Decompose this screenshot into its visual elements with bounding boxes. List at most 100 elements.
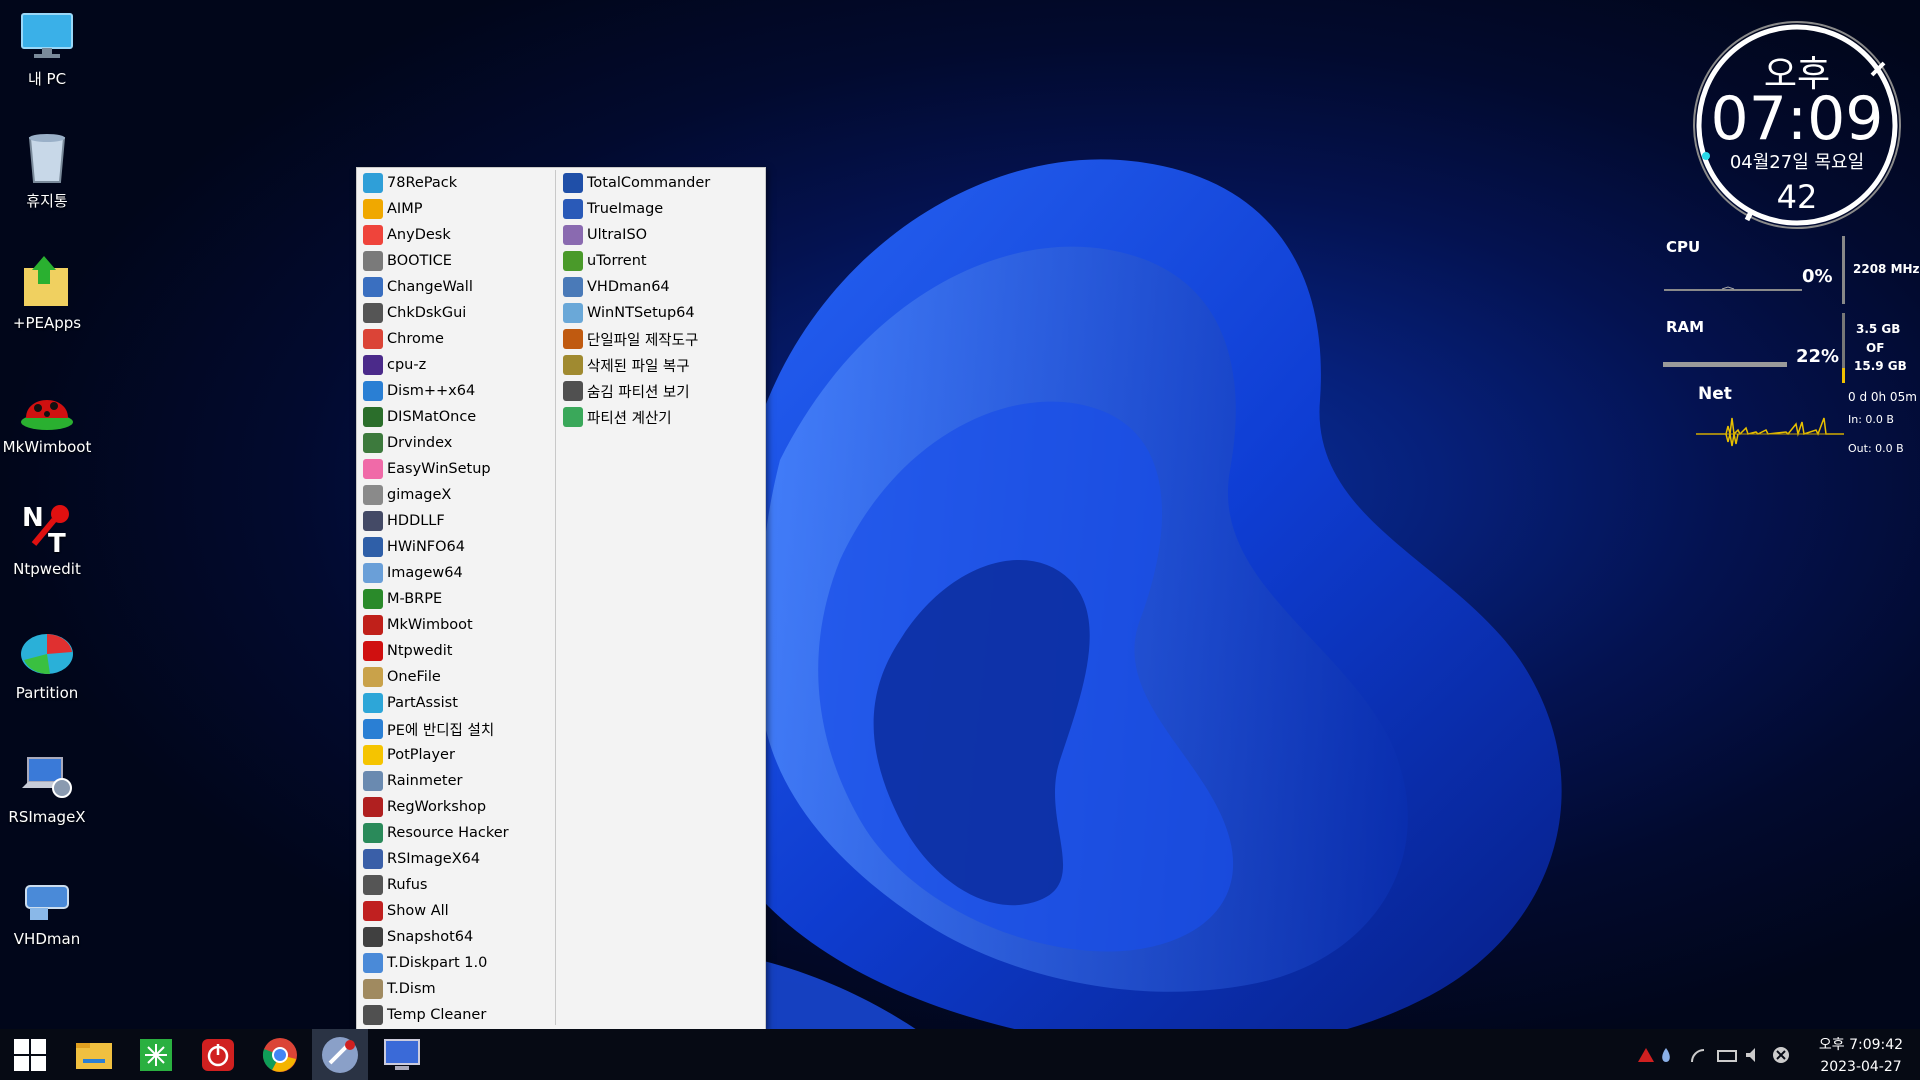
launcher-button[interactable] xyxy=(312,1029,368,1080)
menu-item[interactable]: Dism++x64 xyxy=(359,378,553,404)
menu-item-label: EasyWinSetup xyxy=(387,461,491,477)
menu-item[interactable]: PotPlayer xyxy=(359,742,553,768)
desktop-icon-vhdman[interactable]: VHDman xyxy=(0,870,94,948)
menu-item-label: DISMatOnce xyxy=(387,409,477,425)
green-app-button[interactable] xyxy=(128,1029,184,1080)
app-icon xyxy=(363,901,383,921)
menu-item[interactable]: TrueImage xyxy=(559,196,761,222)
menu-item-label: TrueImage xyxy=(587,201,664,217)
menu-item-label: BOOTICE xyxy=(387,253,452,269)
menu-item[interactable]: Rufus xyxy=(359,872,553,898)
power-button[interactable] xyxy=(190,1029,246,1080)
menu-item[interactable]: AIMP xyxy=(359,196,553,222)
menu-item[interactable]: WinNTSetup64 xyxy=(559,300,761,326)
menu-item[interactable]: PE에 반디집 설치 xyxy=(359,716,553,742)
menu-item[interactable]: Drvindex xyxy=(359,430,553,456)
menu-item[interactable]: OneFile xyxy=(359,664,553,690)
menu-item[interactable]: Show All xyxy=(359,898,553,924)
start-button[interactable] xyxy=(2,1029,58,1080)
menu-item-label: RSImageX64 xyxy=(387,851,481,867)
menu-item[interactable]: 78RePack xyxy=(359,170,553,196)
svg-text:N: N xyxy=(22,503,44,533)
menu-item[interactable]: VHDman64 xyxy=(559,274,761,300)
menu-item[interactable]: DISMatOnce xyxy=(359,404,553,430)
tray-red-icon[interactable] xyxy=(1638,1048,1654,1062)
desktop-icon-label: VHDman xyxy=(13,930,81,948)
menu-item-label: HWiNFO64 xyxy=(387,539,466,555)
menu-item[interactable]: T.Diskpart 1.0 xyxy=(359,950,553,976)
file-explorer-icon xyxy=(76,1042,112,1069)
desktop-icon-ntpwedit[interactable]: NT Ntpwedit xyxy=(0,500,94,578)
uptime: 0 d 0h 05m xyxy=(1848,390,1917,404)
desktop-icon-label: 휴지통 xyxy=(26,192,68,210)
app-icon xyxy=(363,745,383,765)
app-icon xyxy=(363,173,383,193)
menu-item[interactable]: Temp Cleaner xyxy=(359,1002,553,1028)
menu-item[interactable]: 단일파일 제작도구 xyxy=(559,326,761,352)
menu-item-label: T.Diskpart 1.0 xyxy=(387,955,488,971)
menu-item[interactable]: ChkDskGui xyxy=(359,300,553,326)
app-icon xyxy=(363,485,383,505)
desktop-icon-my-pc[interactable]: 내 PC xyxy=(0,8,94,89)
desktop-icon-mkwimboot[interactable]: MkWimboot xyxy=(0,378,94,456)
vhd-icon xyxy=(20,870,74,924)
menu-item-label: Rainmeter xyxy=(387,773,463,789)
menu-item[interactable]: ChangeWall xyxy=(359,274,553,300)
menu-item[interactable]: uTorrent xyxy=(559,248,761,274)
menu-item[interactable]: Imagew64 xyxy=(359,560,553,586)
tray-drop-icon[interactable] xyxy=(1662,1048,1670,1062)
menu-item[interactable]: Resource Hacker xyxy=(359,820,553,846)
chrome-button[interactable] xyxy=(252,1029,308,1080)
menu-item[interactable]: 숨김 파티션 보기 xyxy=(559,378,761,404)
menu-item-label: Ntpwedit xyxy=(387,643,453,659)
menu-item[interactable]: Snapshot64 xyxy=(359,924,553,950)
menu-item[interactable]: 삭제된 파일 복구 xyxy=(559,352,761,378)
menu-item[interactable]: MkWimboot xyxy=(359,612,553,638)
file-explorer-button[interactable] xyxy=(66,1029,122,1080)
menu-item[interactable]: HDDLLF xyxy=(359,508,553,534)
menu-item[interactable]: EasyWinSetup xyxy=(359,456,553,482)
desktop-icon-rsimagex[interactable]: RSImageX xyxy=(0,748,94,826)
menu-item[interactable]: Chrome xyxy=(359,326,553,352)
menu-item[interactable]: cpu-z xyxy=(359,352,553,378)
taskbar-date: 2023-04-27 xyxy=(1820,1059,1902,1075)
menu-item[interactable]: UltraISO xyxy=(559,222,761,248)
menu-item-label: cpu-z xyxy=(387,357,427,373)
menu-item[interactable]: M-BRPE xyxy=(359,586,553,612)
menu-item[interactable]: TotalCommander xyxy=(559,170,761,196)
menu-item-label: 파티션 계산기 xyxy=(587,410,672,427)
menu-column-2: TotalCommander TrueImage UltraISO uTorrent V… xyxy=(559,170,761,430)
menu-item[interactable]: RegWorkshop xyxy=(359,794,553,820)
svg-text:T: T xyxy=(48,529,66,554)
menu-item[interactable]: HWiNFO64 xyxy=(359,534,553,560)
menu-item[interactable]: RSImageX64 xyxy=(359,846,553,872)
menu-item[interactable]: gimageX xyxy=(359,482,553,508)
desktop-icon-partition[interactable]: Partition xyxy=(0,624,94,702)
computer-button[interactable] xyxy=(374,1029,430,1080)
menu-item[interactable]: PartAssist xyxy=(359,690,553,716)
app-icon xyxy=(363,433,383,453)
app-icon xyxy=(563,329,583,349)
menu-item[interactable]: BOOTICE xyxy=(359,248,553,274)
programs-menu: 78RePack AIMP AnyDesk BOOTICE ChangeWall ChkD… xyxy=(356,167,766,1030)
taskbar-clock[interactable]: 오후 7:09:42 2023-04-27 xyxy=(1806,1034,1916,1078)
menu-item-label: ChangeWall xyxy=(387,279,473,295)
app-icon xyxy=(363,849,383,869)
battery-icon[interactable] xyxy=(1717,1050,1737,1062)
green-app-icon xyxy=(140,1038,172,1071)
desktop-icon-recycle-bin[interactable]: 휴지통 xyxy=(0,130,94,211)
laptop-gear-icon xyxy=(20,748,74,802)
desktop-icon-label: MkWimboot xyxy=(2,438,92,456)
app-icon xyxy=(363,979,383,999)
desktop-icon-peapps[interactable]: +PEApps xyxy=(0,254,94,332)
menu-item[interactable]: AnyDesk xyxy=(359,222,553,248)
volume-icon[interactable] xyxy=(1746,1048,1755,1062)
menu-item-label: Chrome xyxy=(387,331,444,347)
menu-item[interactable]: 파티션 계산기 xyxy=(559,404,761,430)
menu-item[interactable]: Rainmeter xyxy=(359,768,553,794)
menu-item[interactable]: Ntpwedit xyxy=(359,638,553,664)
desktop-icon-label: Partition xyxy=(15,684,79,702)
menu-item[interactable]: T.Dism xyxy=(359,976,553,1002)
network-icon[interactable] xyxy=(1691,1049,1705,1063)
app-icon xyxy=(363,693,383,713)
